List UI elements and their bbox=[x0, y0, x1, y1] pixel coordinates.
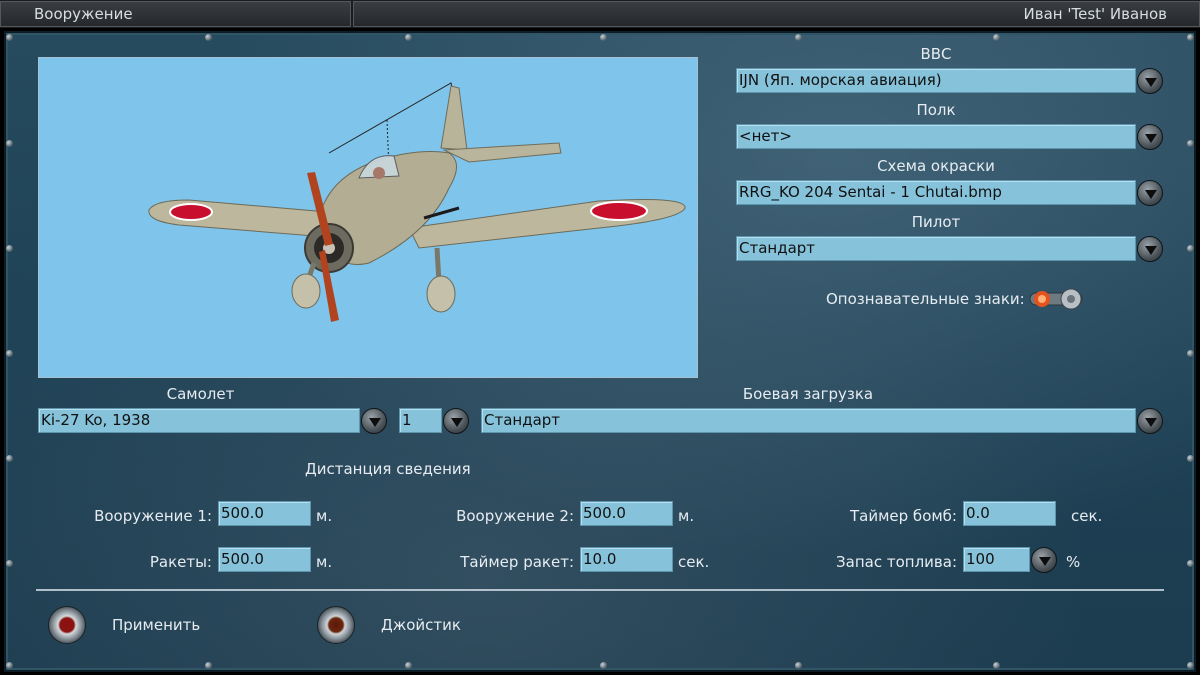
rivet-decoration bbox=[6, 350, 13, 357]
aircraft-count-select[interactable]: 1 bbox=[399, 408, 442, 433]
rocket-timer-input[interactable]: 10.0 bbox=[580, 547, 673, 572]
weapon1-input[interactable]: 500.0 bbox=[218, 501, 311, 526]
rivet-decoration bbox=[795, 34, 802, 41]
rocket-timer-label: Таймер ракет: bbox=[460, 553, 574, 571]
rivet-decoration bbox=[1187, 560, 1194, 567]
pilot-dropdown-icon[interactable] bbox=[1137, 236, 1163, 262]
rockets-unit: м. bbox=[316, 553, 333, 571]
aircraft-preview-image bbox=[148, 82, 686, 322]
rivet-decoration bbox=[6, 34, 13, 41]
aircraft-label: Самолет bbox=[166, 385, 235, 403]
rockets-label: Ракеты: bbox=[149, 553, 212, 571]
rivet-decoration bbox=[600, 662, 607, 669]
rivet-decoration bbox=[405, 662, 412, 669]
air-force-dropdown-icon[interactable] bbox=[1137, 68, 1163, 94]
title-bar: Вооружение Иван 'Test' Иванов bbox=[0, 0, 1200, 28]
apply-label[interactable]: Применить bbox=[112, 616, 200, 634]
regiment-label: Полк bbox=[916, 101, 956, 119]
rivet-decoration bbox=[6, 140, 13, 147]
rivet-decoration bbox=[1187, 662, 1194, 669]
pilot-label: Пилот bbox=[911, 213, 961, 231]
weapon2-input[interactable]: 500.0 bbox=[580, 501, 673, 526]
skin-dropdown-icon[interactable] bbox=[1137, 180, 1163, 206]
rivet-decoration bbox=[6, 560, 13, 567]
rivet-decoration bbox=[795, 662, 802, 669]
weapon2-unit: м. bbox=[678, 507, 695, 525]
air-force-select[interactable]: IJN (Яп. морская авиация) bbox=[736, 68, 1136, 93]
joystick-button[interactable] bbox=[317, 606, 355, 644]
aircraft-count-dropdown-icon[interactable] bbox=[443, 408, 469, 434]
markings-label: Опознавательные знаки: bbox=[826, 290, 1025, 308]
weapon2-label: Вооружение 2: bbox=[456, 507, 574, 525]
rivet-decoration bbox=[405, 34, 412, 41]
aircraft-preview bbox=[38, 57, 698, 378]
skin-select[interactable]: RRG_KO 204 Sentai - 1 Chutai.bmp bbox=[736, 180, 1136, 205]
rockets-input[interactable]: 500.0 bbox=[218, 547, 311, 572]
aircraft-select[interactable]: Ki-27 Ko, 1938 bbox=[38, 408, 360, 433]
rivet-decoration bbox=[1187, 245, 1194, 252]
rivet-decoration bbox=[1187, 350, 1194, 357]
rivet-decoration bbox=[1187, 140, 1194, 147]
apply-button[interactable] bbox=[48, 606, 86, 644]
bomb-timer-unit: сек. bbox=[1071, 507, 1103, 525]
loadout-label: Боевая загрузка bbox=[742, 385, 874, 403]
skin-label: Схема окраски bbox=[877, 157, 995, 175]
bomb-timer-input[interactable]: 0.0 bbox=[963, 501, 1056, 526]
rivet-decoration bbox=[1187, 455, 1194, 462]
fuel-unit: % bbox=[1066, 553, 1081, 571]
loadout-dropdown-icon[interactable] bbox=[1137, 408, 1163, 434]
user-name: Иван 'Test' Иванов bbox=[353, 1, 1200, 27]
rocket-timer-unit: сек. bbox=[678, 553, 710, 571]
rivet-decoration bbox=[600, 34, 607, 41]
rivet-decoration bbox=[993, 34, 1000, 41]
rivet-decoration bbox=[1187, 34, 1194, 41]
window-title: Вооружение bbox=[0, 1, 351, 27]
markings-toggle[interactable] bbox=[1028, 286, 1086, 312]
rivet-decoration bbox=[6, 455, 13, 462]
regiment-select[interactable]: <нет> bbox=[736, 124, 1136, 149]
rivet-decoration bbox=[993, 662, 1000, 669]
divider bbox=[36, 589, 1164, 591]
weapon1-unit: м. bbox=[316, 507, 333, 525]
toggle-switch-icon bbox=[1029, 288, 1083, 310]
regiment-dropdown-icon[interactable] bbox=[1137, 124, 1163, 150]
loadout-select[interactable]: Стандарт bbox=[481, 408, 1136, 433]
weapon1-label: Вооружение 1: bbox=[94, 507, 212, 525]
fuel-select[interactable]: 100 bbox=[963, 547, 1030, 572]
rivet-decoration bbox=[205, 34, 212, 41]
rivet-decoration bbox=[205, 662, 212, 669]
convergence-heading: Дистанция сведения bbox=[305, 460, 471, 478]
joystick-label[interactable]: Джойстик bbox=[381, 616, 461, 634]
air-force-label: ВВС bbox=[920, 45, 952, 63]
rivet-decoration bbox=[6, 662, 13, 669]
aircraft-dropdown-icon[interactable] bbox=[361, 408, 387, 434]
pilot-select[interactable]: Стандарт bbox=[736, 236, 1136, 261]
bomb-timer-label: Таймер бомб: bbox=[850, 507, 957, 525]
fuel-label: Запас топлива: bbox=[836, 553, 957, 571]
fuel-dropdown-icon[interactable] bbox=[1031, 547, 1057, 573]
rivet-decoration bbox=[6, 245, 13, 252]
